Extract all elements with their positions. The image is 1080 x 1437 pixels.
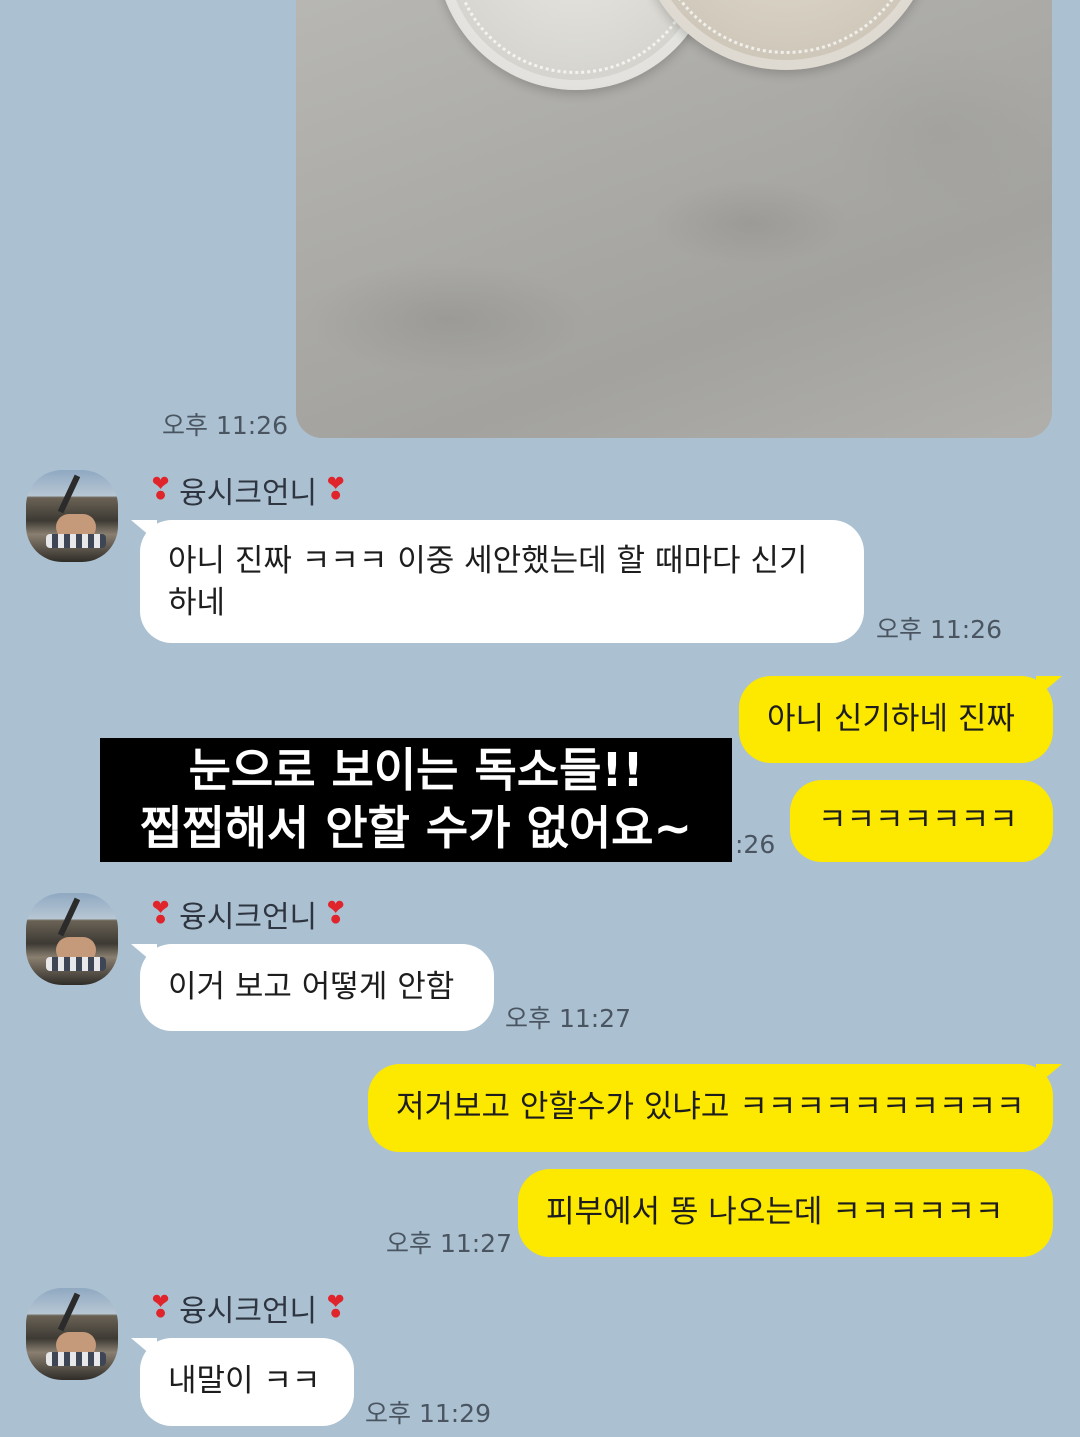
message-timestamp: 오후 11:26 xyxy=(162,411,288,440)
avatar[interactable] xyxy=(26,470,118,562)
message-bubble[interactable]: 내말이 ㅋㅋ xyxy=(140,1338,354,1426)
avatar[interactable] xyxy=(26,1288,118,1380)
sender-name: ❣ 융시크언니 ❣ xyxy=(148,1286,348,1330)
message-timestamp: 오후 11:29 xyxy=(365,1399,491,1428)
heart-icon: ❣ xyxy=(323,472,349,507)
heart-icon: ❣ xyxy=(148,896,174,931)
message-bubble[interactable]: 이거 보고 어떻게 안함 xyxy=(140,944,494,1031)
message-text-line: 아니 진짜 ㅋㅋㅋ 이중 세안했는데 할 때마다 신기 xyxy=(168,543,808,579)
message-timestamp: 오후 11:27 xyxy=(386,1229,512,1258)
message-text: 저거보고 안할수가 있냐고 ㅋㅋㅋㅋㅋㅋㅋㅋㅋㅋ xyxy=(396,1089,1025,1125)
heart-icon: ❣ xyxy=(148,1290,174,1325)
sender-name: ❣ 융시크언니 ❣ xyxy=(148,892,348,936)
sender-name: ❣ 융시크언니 ❣ xyxy=(148,468,348,512)
avatar[interactable] xyxy=(26,893,118,985)
caption-line: 눈으로 보이는 독소들!! xyxy=(188,743,644,797)
photo-message[interactable] xyxy=(296,0,1052,438)
heart-icon: ❣ xyxy=(323,1290,349,1325)
heart-icon: ❣ xyxy=(323,896,349,931)
message-text-line: 하네 xyxy=(168,585,226,621)
message-bubble[interactable]: ㅋㅋㅋㅋㅋㅋㅋ xyxy=(790,780,1053,862)
message-text: 아니 신기하네 진짜 xyxy=(767,701,1015,737)
message-text: 이거 보고 어떻게 안함 xyxy=(168,969,455,1005)
message-text: 내말이 ㅋㅋ xyxy=(168,1363,321,1399)
message-bubble[interactable]: 아니 신기하네 진짜 xyxy=(739,676,1053,763)
caption-line: 찝찝해서 안할 수가 없어요~ xyxy=(139,801,693,855)
message-text: 피부에서 똥 나오는데 ㅋㅋㅋㅋㅋㅋ xyxy=(546,1194,1004,1230)
message-timestamp: 오후 11:26 xyxy=(876,615,1002,644)
message-bubble[interactable]: 피부에서 똥 나오는데 ㅋㅋㅋㅋㅋㅋ xyxy=(518,1169,1053,1257)
message-bubble[interactable]: 아니 진짜 ㅋㅋㅋ 이중 세안했는데 할 때마다 신기 하네 xyxy=(140,520,864,643)
message-bubble[interactable]: 저거보고 안할수가 있냐고 ㅋㅋㅋㅋㅋㅋㅋㅋㅋㅋ xyxy=(368,1064,1053,1152)
sender-name-label: 융시크언니 xyxy=(179,476,318,511)
message-timestamp: :26 xyxy=(735,830,776,859)
heart-icon: ❣ xyxy=(148,472,174,507)
overlay-caption: 눈으로 보이는 독소들!! 찝찝해서 안할 수가 없어요~ xyxy=(100,738,732,862)
message-text: ㅋㅋㅋㅋㅋㅋㅋ xyxy=(818,802,1018,838)
sender-name-label: 융시크언니 xyxy=(179,900,318,935)
chat-screen: 오후 11:26 ❣ 융시크언니 ❣ 아니 진짜 ㅋㅋㅋ 이중 세안했는데 할 … xyxy=(0,0,1080,1437)
sender-name-label: 융시크언니 xyxy=(179,1294,318,1329)
message-timestamp: 오후 11:27 xyxy=(505,1004,631,1033)
